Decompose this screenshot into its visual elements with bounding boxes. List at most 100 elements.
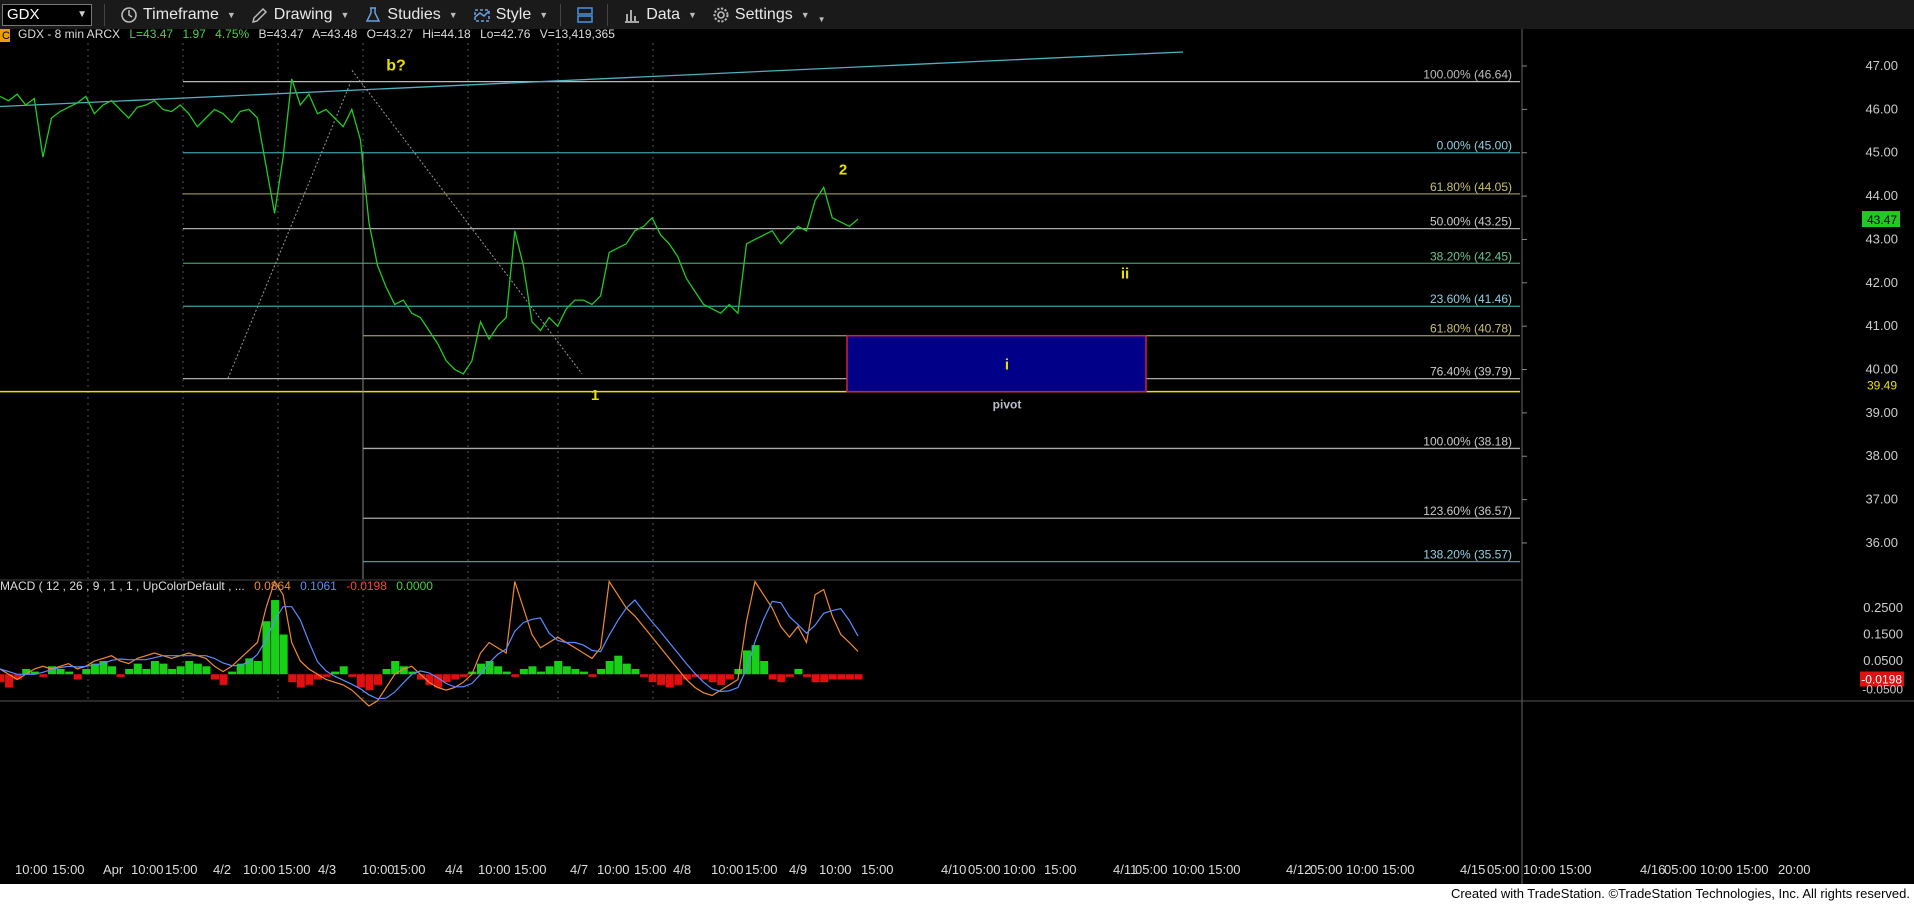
time-axis-label: 4/7 bbox=[570, 862, 588, 877]
time-axis-label: 15:00 bbox=[1208, 862, 1241, 877]
time-axis-label: 15:00 bbox=[745, 862, 778, 877]
symbol-header: GDX - 8 min ARCX L=43.47 1.97 4.75% B=43… bbox=[18, 29, 615, 41]
macd-histogram-bar bbox=[820, 674, 829, 683]
toolbar-divider bbox=[104, 3, 105, 26]
macd-histogram-bar bbox=[211, 674, 219, 680]
macd-histogram-bar bbox=[262, 621, 271, 675]
macd-histogram-bar bbox=[176, 666, 185, 675]
macd-histogram-bar bbox=[554, 661, 563, 675]
layout-button[interactable] bbox=[575, 5, 595, 25]
style-button[interactable]: Style ▼ bbox=[472, 5, 549, 25]
dropdown-caret-icon: ▼ bbox=[800, 9, 810, 20]
macd-histogram-bar bbox=[502, 671, 511, 675]
price-chart[interactable]: 100.00% (46.64) 0.00% (45.00) 61.80% (44.0… bbox=[0, 29, 1914, 884]
macd-histogram-bar bbox=[365, 674, 374, 691]
macd-histogram-bar bbox=[528, 666, 537, 675]
macd-histogram-bar bbox=[202, 666, 211, 675]
fib-level-label: 138.20% (35.57) bbox=[1423, 548, 1512, 562]
macd-tick-label: 0.2500 bbox=[1863, 600, 1903, 615]
timeframe-button[interactable]: Timeframe ▼ bbox=[119, 5, 236, 25]
macd-histogram-bar bbox=[356, 674, 365, 688]
time-axis-label: 05:00 bbox=[1310, 862, 1343, 877]
macd-histogram-bar bbox=[159, 663, 168, 675]
price-tick-label: 44.00 bbox=[1865, 188, 1898, 203]
price-tick-label: 36.00 bbox=[1865, 535, 1898, 550]
macd-histogram-bar bbox=[845, 674, 854, 680]
symbol-selector[interactable]: GDX ▼ bbox=[2, 3, 92, 26]
dropdown-caret-icon[interactable]: ▼ bbox=[77, 9, 87, 20]
fib-level-label: 76.40% (39.79) bbox=[1430, 365, 1512, 379]
settings-label: Settings bbox=[734, 5, 793, 23]
macd-histogram-bar bbox=[717, 674, 726, 685]
time-axis-label: 10:00 bbox=[1003, 862, 1036, 877]
studies-button[interactable]: Studies ▼ bbox=[363, 5, 458, 25]
macd-histogram-bar bbox=[331, 671, 340, 675]
header-change-pct: 4.75% bbox=[215, 29, 249, 41]
header-last: L=43.47 bbox=[129, 29, 173, 41]
macd-histogram-bar bbox=[476, 663, 485, 675]
footer-credit: Created with TradeStation. ©TradeStation… bbox=[0, 884, 1914, 904]
time-axis-label: 10:00 bbox=[819, 862, 852, 877]
flask-icon bbox=[366, 6, 381, 22]
dropdown-caret-icon: ▼ bbox=[817, 15, 826, 24]
dropdown-caret-icon: ▼ bbox=[539, 9, 549, 20]
macd-low-label: -0.0500 bbox=[1862, 683, 1903, 697]
header-low: Lo=42.76 bbox=[480, 29, 531, 41]
time-axis-label: 4/12 bbox=[1286, 862, 1311, 877]
time-axis-label: 10:00 bbox=[1523, 862, 1556, 877]
time-axis-label: 15:00 bbox=[634, 862, 667, 877]
macd-histogram-bar bbox=[296, 674, 305, 688]
style-label: Style bbox=[495, 5, 532, 23]
time-axis-label: 10:00 bbox=[131, 862, 164, 877]
macd-histogram-bar bbox=[150, 661, 159, 675]
header-symbol-line: GDX - 8 min ARCX bbox=[18, 29, 120, 41]
macd-histogram-bar bbox=[374, 674, 383, 685]
macd-histogram-bar bbox=[674, 674, 683, 685]
macd-histogram-bar bbox=[708, 674, 717, 683]
wave-label-ii: ii bbox=[1121, 265, 1129, 282]
macd-histogram-bar bbox=[760, 661, 769, 675]
dropdown-caret-icon: ▼ bbox=[687, 9, 697, 20]
dropdown-caret-icon: ▼ bbox=[226, 9, 236, 20]
macd-histogram-bar bbox=[803, 674, 812, 677]
dropdown-caret-icon: ▼ bbox=[340, 9, 350, 20]
price-tick-label: 41.00 bbox=[1865, 318, 1898, 333]
macd-histogram-bar bbox=[828, 674, 837, 680]
macd-signal-value: 0.1061 bbox=[300, 579, 337, 593]
drawing-button[interactable]: Drawing ▼ bbox=[250, 5, 350, 25]
time-axis-label: 15:00 bbox=[52, 862, 85, 877]
time-axis-label: 4/9 bbox=[789, 862, 807, 877]
bar-chart-icon bbox=[625, 9, 640, 23]
pivot-label: pivot bbox=[993, 398, 1022, 412]
macd-histogram-bar bbox=[82, 668, 91, 675]
macd-histogram-bar bbox=[116, 674, 125, 677]
macd-histogram-bar bbox=[339, 666, 348, 675]
price-tick-label: 38.00 bbox=[1865, 448, 1898, 463]
clock-icon bbox=[121, 6, 137, 23]
macd-diff-value: -0.0198 bbox=[346, 579, 387, 593]
macd-histogram-bar bbox=[219, 674, 228, 685]
time-axis-label: 15:00 bbox=[1559, 862, 1592, 877]
macd-histogram-bar bbox=[305, 674, 314, 685]
price-tick-label: 39.00 bbox=[1865, 405, 1898, 420]
price-tick-label: 46.00 bbox=[1865, 101, 1898, 116]
time-axis-label: 10:00 bbox=[362, 862, 395, 877]
macd-histogram-bar bbox=[597, 668, 606, 675]
macd-histogram-bar bbox=[579, 671, 588, 675]
footer-credit-text: Created with TradeStation. ©TradeStation… bbox=[1450, 886, 1910, 901]
wave-label-2: 2 bbox=[839, 161, 847, 178]
timeframe-label: Timeframe bbox=[143, 5, 219, 23]
data-button[interactable]: Data ▼ bbox=[622, 5, 697, 25]
time-axis-label: 4/2 bbox=[213, 862, 231, 877]
macd-histogram-bar bbox=[648, 674, 657, 683]
macd-histogram-bar bbox=[837, 674, 846, 680]
toolbar-divider bbox=[607, 3, 609, 26]
settings-button[interactable]: Settings ▼ ▼ bbox=[711, 5, 826, 25]
fib-level-label: 61.80% (44.05) bbox=[1430, 180, 1512, 194]
macd-histogram-bar bbox=[133, 663, 142, 675]
chart-background bbox=[0, 29, 1914, 884]
header-bid: B=43.47 bbox=[259, 29, 304, 41]
macd-histogram-bar bbox=[700, 674, 709, 680]
time-axis-label: Apr bbox=[103, 862, 124, 877]
wave-label-i: i bbox=[1005, 357, 1009, 374]
